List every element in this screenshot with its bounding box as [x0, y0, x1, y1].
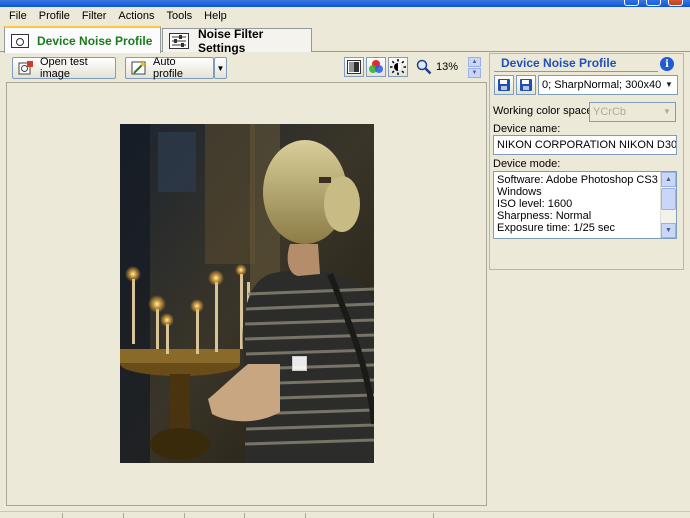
maximize-button[interactable] — [646, 0, 661, 6]
brightness-icon — [390, 59, 406, 75]
brightness-button[interactable] — [388, 57, 408, 77]
scroll-thumb[interactable] — [661, 188, 676, 210]
tab-label: Noise Filter Settings — [198, 26, 264, 55]
auto-profile-dropdown[interactable]: ▼ — [214, 57, 227, 79]
image-preview-area[interactable] — [6, 82, 487, 506]
sample-area-marker[interactable] — [292, 356, 307, 371]
working-color-space-select: YCrCb ▼ — [589, 102, 676, 122]
zoom-spinner[interactable]: ▲ ▼ — [468, 57, 481, 78]
grayscale-icon — [347, 60, 361, 74]
device-name-label: Device name: — [493, 123, 561, 135]
panel-title: Device Noise Profile — [501, 56, 617, 70]
magnifier-icon — [416, 59, 432, 75]
chevron-down-icon[interactable]: ▼ — [661, 76, 677, 94]
floppy-open-icon — [498, 79, 510, 91]
rgb-channels-icon — [369, 60, 383, 73]
preview-toolbar: Open test image Auto profile ▼ 13% ▲ ▼ — [6, 55, 484, 81]
device-noise-profile-panel: Device Noise Profile i 0; SharpNormal; 3… — [489, 53, 684, 270]
status-divider — [123, 513, 124, 518]
load-profile-button[interactable] — [494, 75, 514, 95]
info-icon[interactable]: i — [660, 57, 674, 71]
sliders-icon — [169, 32, 189, 49]
menu-help[interactable]: Help — [198, 7, 233, 25]
tab-label: Device Noise Profile — [37, 33, 153, 48]
profile-select[interactable]: 0; SharpNormal; 300x400; \ ▼ — [538, 75, 678, 95]
open-image-icon — [18, 60, 34, 76]
device-name-value: NIKON CORPORATION NIKON D300 — [497, 139, 677, 151]
zoom-level: 13% — [436, 61, 459, 73]
status-divider — [62, 513, 63, 518]
menu-bar: File Profile Filter Actions Tools Help — [0, 7, 690, 25]
scroll-up-arrow[interactable]: ▲ — [661, 172, 676, 187]
menu-profile[interactable]: Profile — [33, 7, 76, 25]
device-mode-label: Device mode: — [493, 158, 561, 170]
status-divider — [305, 513, 306, 518]
chevron-down-icon: ▼ — [216, 63, 225, 73]
status-divider — [244, 513, 245, 518]
device-mode-line: ISO level: 1600 — [497, 198, 573, 210]
scroll-down-arrow[interactable]: ▼ — [661, 223, 676, 238]
device-mode-textarea[interactable]: Software: Adobe Photoshop CS3 Windows IS… — [493, 171, 677, 239]
minimize-button[interactable] — [624, 0, 639, 6]
menu-file[interactable]: File — [3, 7, 33, 25]
color-channels-button[interactable] — [366, 57, 386, 77]
save-profile-button[interactable] — [516, 75, 536, 95]
tab-noise-filter-settings[interactable]: Noise Filter Settings — [162, 26, 312, 55]
zoom-in-arrow[interactable]: ▲ — [468, 57, 481, 67]
menu-tools[interactable]: Tools — [160, 7, 198, 25]
working-color-space-value: YCrCb — [593, 106, 627, 118]
menu-actions[interactable]: Actions — [112, 7, 160, 25]
device-mode-line: Software: Adobe Photoshop CS3 — [497, 174, 658, 186]
grayscale-view-button[interactable] — [344, 57, 364, 77]
test-image[interactable] — [120, 124, 374, 463]
magic-wand-icon — [131, 60, 147, 76]
zoom-out-arrow[interactable]: ▼ — [468, 68, 481, 78]
profile-select-value: 0; SharpNormal; 300x400; \ — [542, 79, 677, 91]
open-test-image-button[interactable]: Open test image — [12, 56, 116, 80]
status-bar — [0, 511, 690, 518]
tab-strip: Device Noise Profile Noise Filter Settin… — [0, 26, 690, 55]
device-mode-line: Windows — [497, 186, 542, 198]
working-color-space-label: Working color space: — [493, 105, 596, 117]
panel-header: Device Noise Profile i — [490, 54, 683, 72]
title-bar — [0, 0, 690, 7]
camera-icon — [11, 33, 29, 48]
status-divider — [433, 513, 434, 518]
device-name-field[interactable]: NIKON CORPORATION NIKON D300 — [493, 135, 677, 155]
close-button[interactable] — [668, 0, 683, 6]
auto-profile-label: Auto profile — [153, 56, 183, 80]
device-mode-scrollbar[interactable]: ▲ ▼ — [660, 172, 676, 238]
auto-profile-button[interactable]: Auto profile — [125, 56, 214, 80]
device-mode-line: Sharpness: Normal — [497, 210, 592, 222]
panel-divider — [494, 71, 658, 72]
floppy-save-icon — [520, 79, 532, 91]
device-mode-line: Exposure time: 1/25 sec — [497, 222, 616, 234]
menu-filter[interactable]: Filter — [76, 7, 112, 25]
tab-device-noise-profile[interactable]: Device Noise Profile — [4, 26, 161, 53]
open-test-image-label: Open test image — [40, 56, 88, 80]
chevron-down-icon: ▼ — [659, 103, 675, 121]
status-divider — [184, 513, 185, 518]
